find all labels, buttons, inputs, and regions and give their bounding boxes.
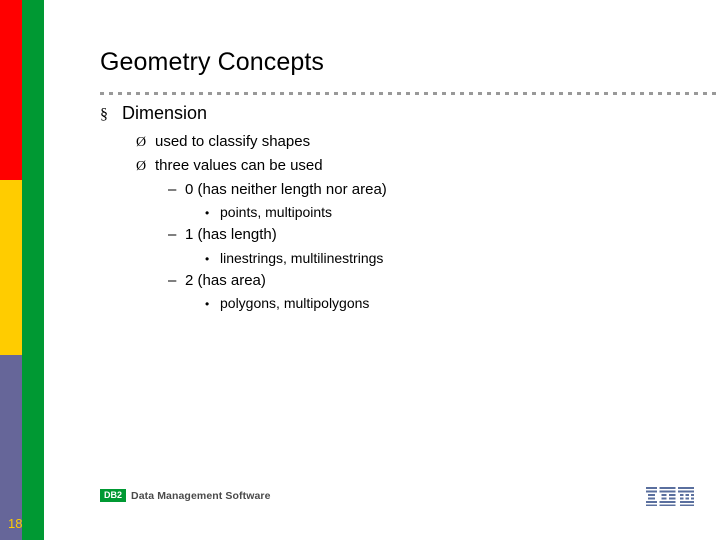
list-item: – 0 (has neither length nor area) <box>168 179 700 200</box>
slide-canvas: Geometry Concepts § Dimension Ø used to … <box>0 0 720 540</box>
list-item: • linestrings, multilinestrings <box>205 248 700 268</box>
footer-branding: DB2 Data Management Software <box>100 489 271 502</box>
list-item-label: 0 (has neither length nor area) <box>185 180 387 198</box>
ibm-logo-icon <box>646 487 694 506</box>
list-item-label: polygons, multipolygons <box>220 295 370 312</box>
list-item: • points, multipoints <box>205 202 700 222</box>
page-number: 18 <box>8 516 23 531</box>
list-item-label: 1 (has length) <box>185 226 277 244</box>
list-item-label: Dimension <box>122 103 208 123</box>
list-item-label: 2 (has area) <box>185 272 266 290</box>
list-item-label: three values can be used <box>155 156 323 174</box>
page-title: Geometry Concepts <box>100 48 325 76</box>
slide-body: § Dimension Ø used to classify shapes Ø … <box>100 103 700 316</box>
list-item: • polygons, multipolygons <box>205 293 700 313</box>
dot-bullet-icon: • <box>205 251 210 266</box>
arrow-bullet-icon: Ø <box>136 135 147 150</box>
list-item: Ø three values can be used <box>136 155 700 177</box>
dash-bullet-icon: – <box>168 272 177 290</box>
list-item-label: points, multipoints <box>220 204 333 221</box>
footer-product-line: Data Management Software <box>131 489 271 502</box>
decor-bar-green <box>22 0 44 540</box>
dash-bullet-icon: – <box>168 226 177 244</box>
title-divider <box>100 92 720 95</box>
list-item: § Dimension <box>100 103 700 124</box>
section-bullet-icon: § <box>100 106 108 123</box>
list-item-label: used to classify shapes <box>155 133 311 150</box>
list-item: – 1 (has length) <box>168 224 700 245</box>
decor-bar-yellow <box>0 180 22 355</box>
dot-bullet-icon: • <box>205 297 210 312</box>
dot-bullet-icon: • <box>205 206 210 221</box>
arrow-bullet-icon: Ø <box>136 158 147 174</box>
list-item: Ø used to classify shapes <box>136 131 700 153</box>
db2-badge: DB2 <box>100 489 127 502</box>
list-item: – 2 (has area) <box>168 270 700 291</box>
decor-bar-purple <box>0 355 22 540</box>
decor-bar-red <box>0 0 22 180</box>
dash-bullet-icon: – <box>168 180 177 198</box>
list-item-label: linestrings, multilinestrings <box>220 249 384 266</box>
